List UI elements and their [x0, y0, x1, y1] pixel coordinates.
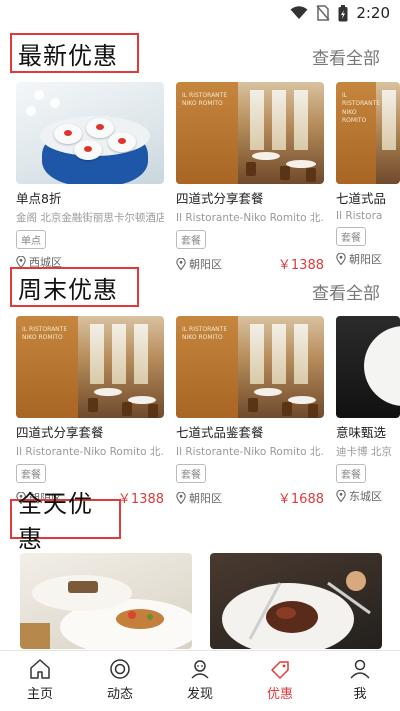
card-tag: 套餐: [176, 464, 206, 483]
tab-label: 我: [353, 687, 367, 702]
tab-discover[interactable]: 发现: [160, 651, 240, 711]
restaurant-image: IL RISTORANTE NIKO ROMITO: [16, 316, 164, 418]
restaurant-image: IL RISTORANTE NIKO ROMITO: [336, 82, 400, 184]
card-tag: 套餐: [16, 464, 46, 483]
status-time: 2:20: [356, 4, 390, 22]
card-location-text: 朝阳区: [349, 253, 382, 266]
tab-profile[interactable]: 我: [320, 651, 400, 711]
deal-card[interactable]: IL RISTORANTE NIKO ROMITO 七道式品鉴套餐 Il Ris…: [176, 316, 324, 507]
tab-moments[interactable]: 动态: [80, 651, 160, 711]
section-title-latest: 最新优惠: [10, 33, 139, 73]
section-title-text: 全天优惠: [18, 490, 93, 553]
card-location: 朝阳区: [176, 256, 222, 272]
restaurant-image: IL RISTORANTE NIKO ROMITO: [176, 316, 324, 418]
card-subtitle: Il Ristora: [336, 210, 383, 222]
tab-label: 优惠: [266, 687, 293, 702]
deal-card[interactable]: IL RISTORANTE NIKO ROMITO 四道式分享套餐 Il Ris…: [176, 82, 324, 273]
bottom-tab-bar: 主页 动态 发现 优惠 我: [0, 650, 400, 711]
card-location: 朝阳区: [176, 490, 222, 506]
plated-appetizer-illustration: [20, 575, 192, 649]
card-tag: 套餐: [336, 227, 366, 246]
menu-card-text: IL RISTORANTE NIKO ROMITO: [342, 92, 381, 125]
location-pin-icon: [176, 257, 186, 270]
card-location: 东城区: [336, 488, 382, 504]
card-title: 四道式分享套餐: [176, 191, 264, 206]
no-sim-icon: [316, 5, 330, 21]
card-subtitle: 迪卡博 北京: [336, 446, 392, 458]
menu-card-text: IL RISTORANTE NIKO ROMITO: [182, 326, 228, 342]
card-location-text: 朝阳区: [189, 257, 222, 271]
card-subtitle: Il Ristorante-Niko Romito 北...: [16, 446, 164, 458]
wifi-icon: [290, 6, 308, 19]
card-title: 单点8折: [16, 191, 62, 206]
coupon-icon: [271, 661, 289, 679]
card-location: 朝阳区: [336, 251, 382, 267]
tab-coupons[interactable]: 优惠: [240, 651, 320, 711]
allday-deal-image[interactable]: [210, 553, 382, 649]
discover-icon: [191, 660, 209, 679]
card-tag: 单点: [16, 230, 46, 249]
location-pin-icon: [336, 253, 346, 265]
card-location-text: 朝阳区: [189, 491, 222, 505]
card-subtitle: Il Ristorante-Niko Romito 北...: [176, 446, 324, 458]
tab-label: 动态: [106, 687, 133, 702]
menu-card-text: IL RISTORANTE NIKO ROMITO: [182, 92, 228, 108]
card-subtitle: Il Ristorante-Niko Romito 北...: [176, 212, 324, 224]
card-location-text: 东城区: [349, 490, 382, 503]
home-icon: [30, 659, 50, 679]
card-title: 四道式分享套餐: [16, 425, 104, 440]
deal-card[interactable]: 意味甄选 迪卡博 北京 套餐 东城区: [336, 316, 400, 504]
card-tag: 套餐: [176, 230, 206, 249]
location-pin-icon: [176, 491, 186, 504]
section-title-text: 最新优惠: [18, 41, 118, 70]
deal-card[interactable]: IL RISTORANTE NIKO ROMITO 七道式品 Il Ristor…: [336, 82, 400, 267]
status-bar: 2:20: [0, 0, 400, 28]
tab-label: 发现: [186, 687, 213, 702]
deal-card[interactable]: 单点8折 金阁 北京金融街丽思卡尔顿酒店 单点 西城区: [16, 82, 164, 270]
restaurant-image: IL RISTORANTE NIKO ROMITO: [176, 82, 324, 184]
card-title: 七道式品鉴套餐: [176, 425, 264, 440]
section-title-text: 周末优惠: [18, 275, 118, 304]
card-subtitle: 金阁 北京金融街丽思卡尔顿酒店: [16, 212, 164, 224]
section-title-allday: 全天优惠: [10, 490, 121, 553]
card-price: ￥1688: [277, 492, 324, 507]
see-all-latest-link[interactable]: 查看全部: [312, 44, 380, 69]
deal-card[interactable]: IL RISTORANTE NIKO ROMITO 四道式分享套餐 Il Ris…: [16, 316, 164, 507]
dumpling-dish-image: [16, 82, 164, 184]
card-title: 七道式品: [336, 191, 387, 206]
moments-icon: [110, 659, 130, 679]
allday-deal-image[interactable]: [20, 553, 192, 649]
card-tag: 套餐: [336, 464, 366, 483]
tab-home[interactable]: 主页: [0, 651, 80, 711]
location-pin-icon: [336, 490, 346, 502]
profile-icon: [350, 659, 370, 679]
steak-dish-illustration: [222, 571, 371, 649]
battery-icon: [338, 4, 348, 21]
see-all-weekend-link[interactable]: 查看全部: [312, 279, 380, 304]
plated-dish-image: [336, 316, 400, 418]
section-title-weekend: 周末优惠: [10, 267, 139, 307]
card-title: 意味甄选: [336, 425, 387, 440]
menu-card-text: IL RISTORANTE NIKO ROMITO: [22, 326, 68, 342]
card-price: ￥1388: [277, 258, 324, 273]
card-price: ￥1388: [117, 492, 164, 507]
tab-label: 主页: [26, 687, 53, 702]
